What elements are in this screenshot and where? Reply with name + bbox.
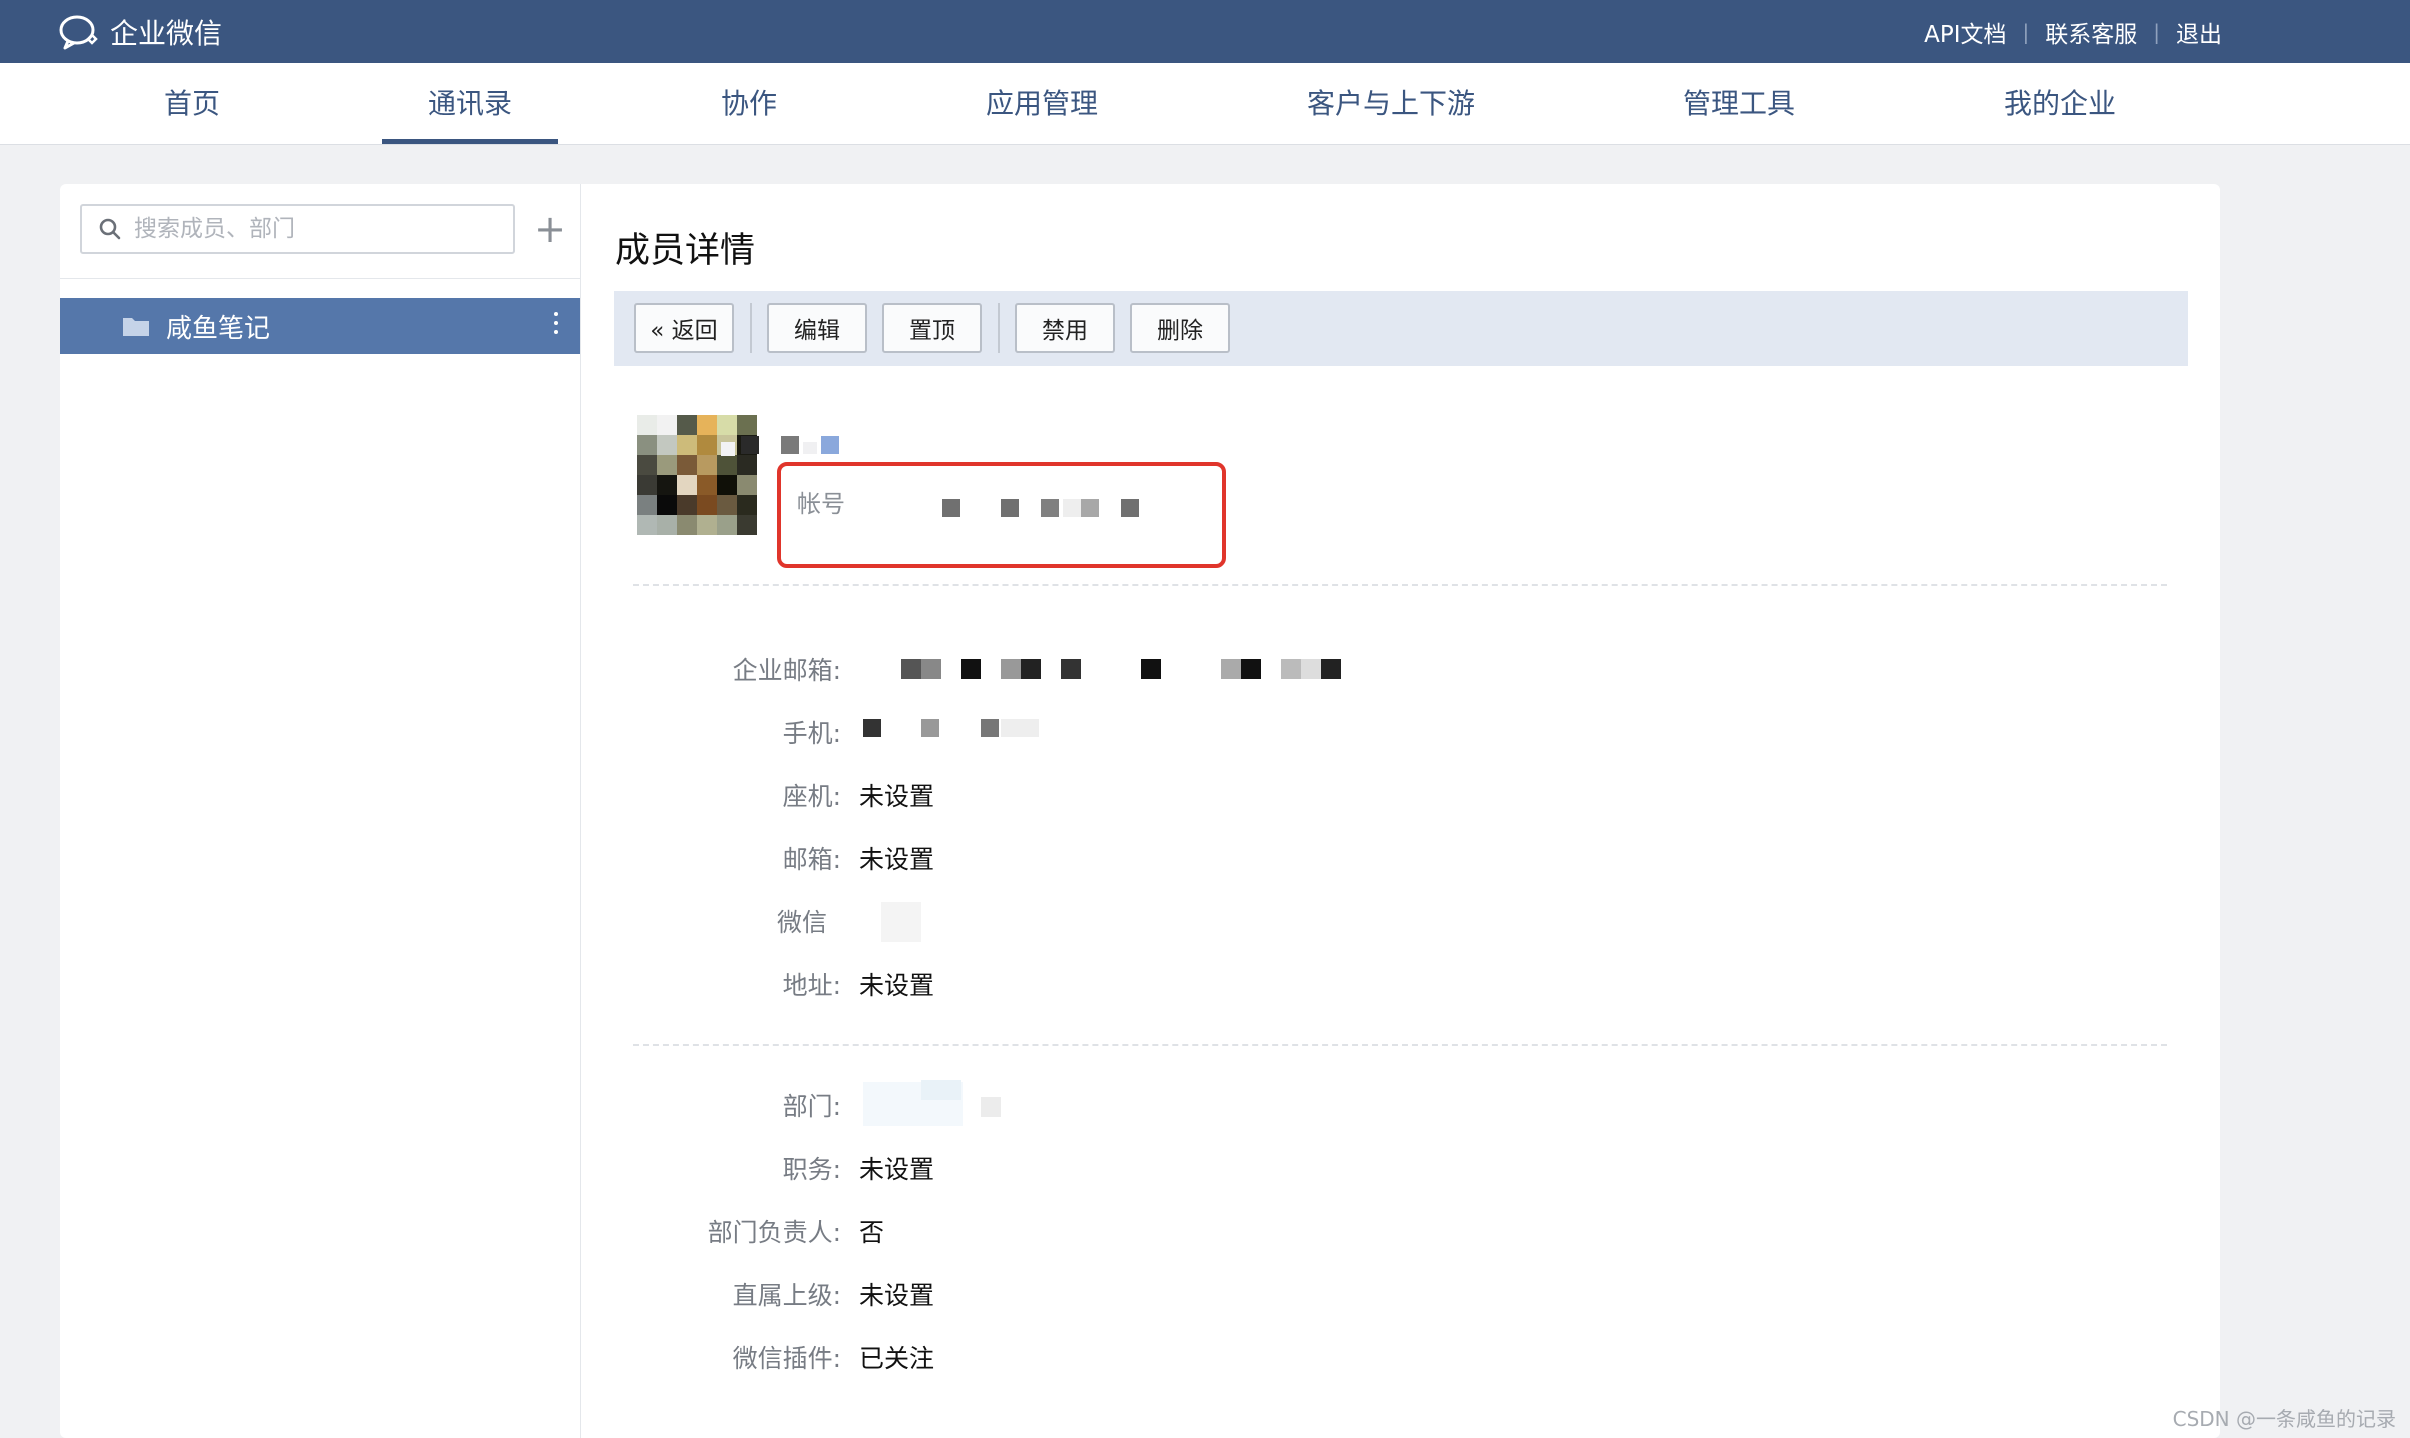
page-title: 成员详情 <box>615 231 756 271</box>
watermark: CSDN @一条咸鱼的记录 <box>2172 1407 2396 1431</box>
tab-contacts[interactable]: 通讯录 <box>382 63 558 144</box>
department-name: 咸鱼笔记 <box>166 313 271 344</box>
logout-link[interactable]: 退出 <box>2176 15 2222 49</box>
field-label: 直属上级: <box>732 1281 841 1310</box>
app-logo[interactable]: 企业微信 <box>58 10 222 54</box>
disable-button[interactable]: 禁用 <box>1015 303 1115 353</box>
tab-home[interactable]: 首页 <box>152 63 232 144</box>
divider: | <box>2022 19 2030 44</box>
avatar <box>637 415 757 535</box>
section-divider <box>633 1044 2167 1046</box>
field-label: 邮箱: <box>782 845 841 874</box>
tab-collaboration[interactable]: 协作 <box>712 63 786 144</box>
field-label: 部门负责人: <box>707 1218 841 1247</box>
row-wechat: 微信 <box>581 901 827 941</box>
toolbar: « 返回 编辑 置顶 禁用 删除 <box>614 291 2188 366</box>
search-icon <box>99 218 121 240</box>
row-position: 职务: 未设置 <box>581 1148 934 1188</box>
row-enterprise-email: 企业邮箱: <box>581 649 841 689</box>
edit-button[interactable]: 编辑 <box>767 303 867 353</box>
main-nav: 首页 通讯录 协作 应用管理 客户与上下游 管理工具 我的企业 <box>0 63 2410 145</box>
divider <box>750 303 752 353</box>
row-department: 部门: <box>581 1085 841 1125</box>
field-label: 部门: <box>782 1092 841 1121</box>
app-name: 企业微信 <box>110 17 223 50</box>
field-label: 地址: <box>782 971 841 1000</box>
section-divider <box>633 584 2167 586</box>
member-detail: 成员详情 « 返回 编辑 置顶 禁用 删除 帐号 企业邮箱: 手机: 座机: 未… <box>581 184 2220 1438</box>
field-value: 未设置 <box>859 1281 935 1310</box>
divider <box>60 278 580 279</box>
field-label: 微信 <box>776 908 827 937</box>
divider: | <box>2153 19 2160 44</box>
field-value: 已关注 <box>859 1344 935 1373</box>
row-mobile: 手机: <box>581 712 841 752</box>
field-label: 职务: <box>782 1155 841 1184</box>
account-label: 帐号 <box>797 490 845 518</box>
top-bar: 企业微信 API文档 | 联系客服 | 退出 <box>0 0 2410 63</box>
contact-support-link[interactable]: 联系客服 <box>2045 15 2137 49</box>
top-links: API文档 | 联系客服 | 退出 <box>1924 0 2222 63</box>
main-card: + 咸鱼笔记 成员详情 « 返回 编辑 置顶 禁用 删除 <box>60 184 2220 1438</box>
row-direct-supervisor: 直属上级: 未设置 <box>581 1274 934 1314</box>
tab-app-management[interactable]: 应用管理 <box>980 63 1104 144</box>
plus-icon[interactable]: + <box>530 206 570 252</box>
row-dept-head: 部门负责人: 否 <box>581 1211 884 1251</box>
row-email: 邮箱: 未设置 <box>581 838 934 878</box>
wecom-logo-icon <box>59 15 98 50</box>
divider <box>998 303 1000 353</box>
field-label: 座机: <box>782 782 841 811</box>
row-wechat-plugin: 微信插件: 已关注 <box>581 1337 934 1377</box>
field-value: 否 <box>859 1218 885 1247</box>
field-value: 未设置 <box>859 845 935 874</box>
field-label: 微信插件: <box>732 1344 841 1373</box>
pin-button[interactable]: 置顶 <box>882 303 982 353</box>
field-label: 企业邮箱: <box>732 656 841 685</box>
delete-button[interactable]: 删除 <box>1130 303 1230 353</box>
sidebar: + 咸鱼笔记 <box>60 184 581 1438</box>
row-landline: 座机: 未设置 <box>581 775 934 815</box>
department-item[interactable]: 咸鱼笔记 <box>60 298 580 354</box>
search-input[interactable] <box>132 215 496 243</box>
field-label: 手机: <box>782 719 841 748</box>
field-value: 未设置 <box>859 782 935 811</box>
row-address: 地址: 未设置 <box>581 964 934 1004</box>
tab-management-tools[interactable]: 管理工具 <box>1676 63 1802 144</box>
tab-customers[interactable]: 客户与上下游 <box>1300 63 1482 144</box>
folder-icon <box>123 318 149 336</box>
api-docs-link[interactable]: API文档 <box>1924 15 2006 49</box>
field-value: 未设置 <box>859 971 935 1000</box>
tab-my-enterprise[interactable]: 我的企业 <box>1998 63 2122 144</box>
more-options-icon[interactable] <box>554 312 560 339</box>
search-box[interactable] <box>80 204 515 254</box>
field-value: 未设置 <box>859 1155 935 1184</box>
back-button[interactable]: « 返回 <box>634 303 734 353</box>
